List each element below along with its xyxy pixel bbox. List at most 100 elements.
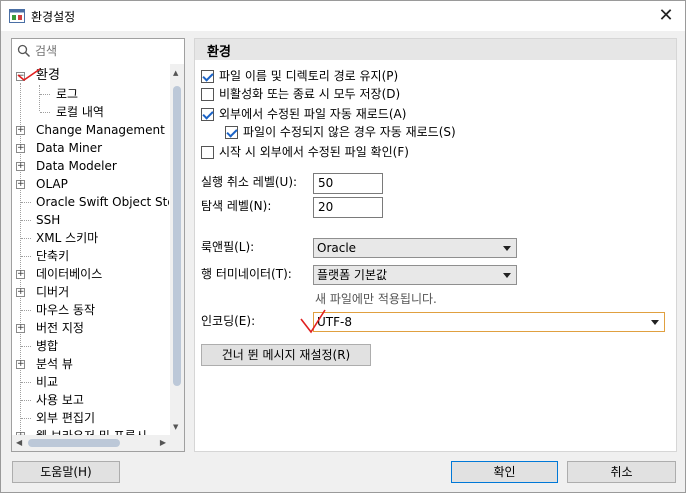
tree-connector <box>21 220 31 221</box>
cancel-button[interactable]: 취소 <box>567 461 676 483</box>
scroll-up-arrow-icon[interactable]: ▲ <box>173 69 178 77</box>
tree-connector <box>21 238 31 239</box>
expand-icon[interactable]: + <box>16 144 25 153</box>
tree-connector <box>21 418 31 419</box>
window-title: 환경설정 <box>31 10 76 24</box>
tree-item[interactable]: + Data Modeler <box>12 157 169 175</box>
category-tree-panel: − 환경 로그 로컬 내역 + Change Management D + Data … <box>11 38 185 452</box>
tree-item-label: Oracle Swift Object Sto <box>36 195 169 209</box>
search-input[interactable] <box>35 42 175 60</box>
category-tree: − 환경 로그 로컬 내역 + Change Management D + Data … <box>12 65 169 435</box>
chevron-down-icon <box>651 320 659 325</box>
line-terminator-value: 플랫폼 기본값 <box>317 268 388 282</box>
undo-level-input[interactable]: 50 <box>313 173 383 194</box>
tree-item-root[interactable]: − 환경 <box>12 67 162 85</box>
tree-item-label: Data Miner <box>36 141 103 155</box>
tree-connector <box>21 256 31 257</box>
tree-item-label: 환경 <box>36 68 60 83</box>
tree-item-label: 외부 편집기 <box>36 411 96 425</box>
panel-title: 환경 <box>207 45 231 60</box>
tree-connector <box>21 310 31 311</box>
tree-item-label: 로그 <box>56 87 79 101</box>
look-feel-label: 룩앤필(L): <box>201 240 255 254</box>
tree-item[interactable]: 사용 보고 <box>12 391 169 409</box>
tree-connector <box>21 202 31 203</box>
checkbox[interactable] <box>201 88 214 101</box>
tree-horizontal-scrollbar[interactable]: ◀ ▶ <box>12 435 184 451</box>
tree-item[interactable]: 비교 <box>12 373 169 391</box>
tree-item[interactable]: 마우스 동작 <box>12 301 169 319</box>
checkbox[interactable] <box>201 70 214 83</box>
checkbox-label: 파일 이름 및 디렉토리 경로 유지(P) <box>219 69 399 83</box>
look-feel-value: Oracle <box>317 241 357 255</box>
tree-item-label: 단축키 <box>36 249 70 263</box>
scroll-thumb[interactable] <box>28 439 120 447</box>
help-button[interactable]: 도움말(H) <box>12 461 120 483</box>
tree-item[interactable]: 단축키 <box>12 247 169 265</box>
tree-connector <box>40 112 50 113</box>
checkbox-label: 외부에서 수정된 파일 자동 재로드(A) <box>219 107 407 121</box>
tree-item[interactable]: + 데이터베이스 <box>12 265 169 283</box>
tree-item[interactable]: + 디버거 <box>12 283 169 301</box>
encoding-select[interactable]: UTF-8 <box>313 312 665 332</box>
tree-item-label: SSH <box>36 213 61 227</box>
tree-item[interactable]: + Data Miner <box>12 139 169 157</box>
tree-item-child[interactable]: 로컬 내역 <box>12 103 162 121</box>
tree-item-label: 버전 지정 <box>36 321 84 335</box>
encoding-label: 인코딩(E): <box>201 314 256 328</box>
tree-item-label: Data Modeler <box>36 159 117 173</box>
expand-icon[interactable]: + <box>16 162 25 171</box>
expand-icon[interactable]: + <box>16 288 25 297</box>
tree-item[interactable]: Oracle Swift Object Sto <box>12 193 169 211</box>
scroll-right-arrow-icon[interactable]: ▶ <box>160 438 166 447</box>
tree-item[interactable]: 병합 <box>12 337 169 355</box>
tree-item-label: 웹 브라우저 및 프록시 <box>36 427 147 435</box>
tree-item-label: 비교 <box>36 375 59 389</box>
tree-item-label: 로컬 내역 <box>56 105 104 119</box>
line-terminator-select[interactable]: 플랫폼 기본값 <box>313 265 517 285</box>
checkbox[interactable] <box>201 146 214 159</box>
tree-item[interactable]: SSH <box>12 211 169 229</box>
tree-item[interactable]: XML 스키마 <box>12 229 169 247</box>
look-feel-select[interactable]: Oracle <box>313 238 517 258</box>
collapse-icon[interactable]: − <box>16 72 25 81</box>
preferences-app-icon <box>9 9 25 23</box>
tree-item[interactable]: + Change Management D <box>12 121 169 139</box>
tree-item-child[interactable]: 로그 <box>12 85 162 103</box>
scroll-down-arrow-icon[interactable]: ▼ <box>173 423 178 431</box>
checkbox[interactable] <box>201 108 214 121</box>
tree-item-label: 마우스 동작 <box>36 303 96 317</box>
tree-connector <box>21 346 31 347</box>
tree-item-label: Change Management D <box>36 123 169 137</box>
expand-icon[interactable]: + <box>16 126 25 135</box>
tree-vertical-scrollbar[interactable]: ▲ ▼ <box>170 64 184 435</box>
expand-icon[interactable]: + <box>16 360 25 369</box>
tree-item[interactable]: 외부 편집기 <box>12 409 169 427</box>
tree-connector <box>21 400 31 401</box>
panel-header: 환경 <box>195 39 676 60</box>
tree-item-label: XML 스키마 <box>36 231 99 245</box>
expand-icon[interactable]: + <box>16 270 25 279</box>
scroll-left-arrow-icon[interactable]: ◀ <box>16 438 22 447</box>
reset-skipped-messages-button[interactable]: 건너 뛴 메시지 재설정(R) <box>201 344 371 366</box>
tree-item-label: 분석 뷰 <box>36 357 73 371</box>
tree-item[interactable]: + 버전 지정 <box>12 319 169 337</box>
ok-button[interactable]: 확인 <box>451 461 558 483</box>
close-button[interactable]: ✕ <box>655 5 677 27</box>
expand-icon[interactable]: + <box>16 324 25 333</box>
scroll-thumb[interactable] <box>173 86 181 386</box>
expand-icon[interactable]: + <box>16 180 25 189</box>
tree-item[interactable]: + 분석 뷰 <box>12 355 169 373</box>
checkbox[interactable] <box>225 126 238 139</box>
tree-item[interactable]: +웹 브라우저 및 프록시 <box>12 427 169 435</box>
tree-connector <box>21 382 31 383</box>
pane-splitter[interactable] <box>189 38 193 452</box>
checkbox-label: 비활성화 또는 종료 시 모두 저장(D) <box>219 87 401 101</box>
tree-item[interactable]: + OLAP <box>12 175 169 193</box>
nav-level-input[interactable]: 20 <box>313 197 383 218</box>
checkbox-label: 시작 시 외부에서 수정된 파일 확인(F) <box>219 145 409 159</box>
undo-level-label: 실행 취소 레벨(U): <box>201 175 298 189</box>
preferences-dialog: 환경설정 ✕ − 환경 로그 로컬 내역 <box>0 0 686 493</box>
tree-item-label: 사용 보고 <box>36 393 84 407</box>
search-box[interactable] <box>13 40 183 62</box>
